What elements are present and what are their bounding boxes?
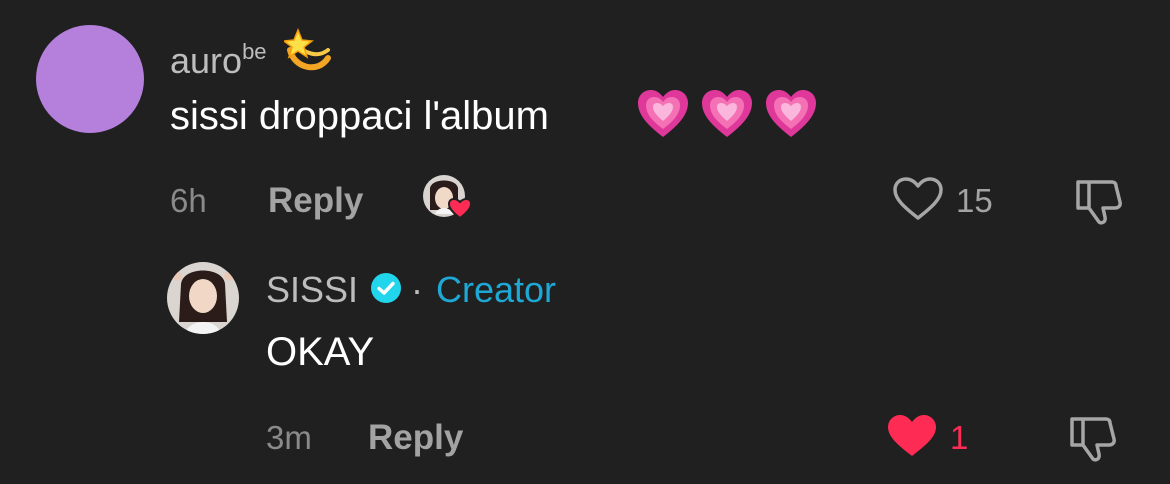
creator-avatar[interactable]: [167, 262, 239, 334]
growing-heart-emoji-icon: [702, 90, 752, 137]
creator-liked-avatar-icon: [423, 175, 472, 220]
commenter-avatar[interactable]: [36, 25, 144, 133]
username-text: auro: [170, 40, 243, 81]
reply-text: OKAY: [266, 330, 375, 374]
heart-filled-icon[interactable]: [886, 413, 938, 459]
heart-outline-icon[interactable]: [892, 176, 944, 222]
comment-reply-button[interactable]: Reply: [268, 181, 363, 221]
shooting-star-emoji-icon: [284, 27, 331, 71]
reply-timestamp: 3m: [266, 419, 312, 456]
verified-check-icon: [371, 273, 401, 303]
thumbs-down-icon[interactable]: [1072, 176, 1124, 226]
reply-like-count: 1: [950, 419, 969, 456]
comment-timestamp: 6h: [170, 182, 207, 219]
comment-username[interactable]: aurobe: [170, 30, 267, 83]
thumbs-down-icon[interactable]: [1066, 413, 1118, 463]
comment-text: sissi droppaci l'album: [170, 94, 549, 138]
creator-avatar-image: [167, 262, 239, 334]
username-superscript: be: [242, 39, 267, 64]
creator-username[interactable]: SISSI: [266, 268, 358, 312]
name-separator: ·: [411, 269, 423, 310]
comment-like-count: 15: [956, 182, 993, 219]
creator-badge: Creator: [436, 269, 557, 310]
growing-heart-emoji-icon: [638, 90, 688, 137]
growing-heart-emoji-icon: [766, 90, 816, 137]
comment-emojis: [636, 88, 818, 144]
reply-reply-button[interactable]: Reply: [368, 418, 463, 458]
